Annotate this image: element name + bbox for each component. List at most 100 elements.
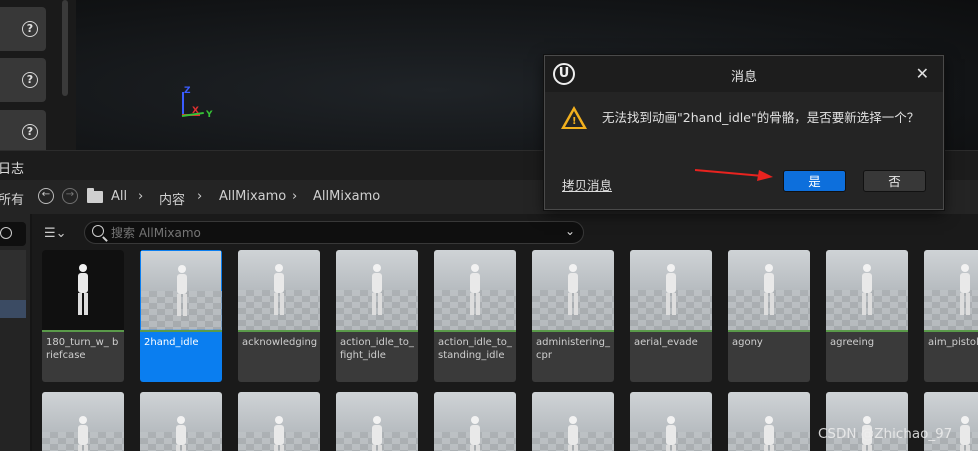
- help-icon[interactable]: ?: [22, 21, 38, 37]
- asset-tile[interactable]: [42, 392, 124, 451]
- axis-z-label: Z: [184, 86, 191, 96]
- asset-name: aim_pistol: [928, 337, 978, 348]
- filter-icon[interactable]: ☰⌄: [44, 226, 67, 241]
- asset-tile[interactable]: [336, 392, 418, 451]
- asset-tile[interactable]: [434, 392, 516, 451]
- asset-tile[interactable]: administering_ cpr: [532, 250, 614, 382]
- breadcrumb-content[interactable]: 内容: [159, 189, 185, 208]
- help-row[interactable]: ?: [0, 110, 46, 154]
- sources-search-button[interactable]: [0, 222, 26, 246]
- asset-search-input[interactable]: [111, 224, 551, 241]
- character-figure: [763, 264, 775, 315]
- forward-arrow-icon[interactable]: →: [62, 188, 78, 204]
- axis-x-label: X: [192, 106, 199, 116]
- character-figure: [959, 416, 971, 451]
- editor-window: ? ? ? Z X Y 日志 所有 ← → All › 内容 › AllMixa…: [0, 0, 978, 451]
- breadcrumb-allmixamo-current[interactable]: AllMixamo: [313, 189, 380, 204]
- asset-name: aerial_evade: [634, 337, 698, 348]
- asset-type-bar: [924, 330, 978, 332]
- animation-thumbnail: [140, 250, 222, 331]
- panel-title: 日志: [0, 162, 25, 177]
- asset-name: administering_ cpr: [536, 337, 610, 361]
- chevron-right-icon[interactable]: ›: [292, 189, 297, 204]
- yes-button[interactable]: 是: [783, 170, 846, 192]
- asset-tile[interactable]: [140, 392, 222, 451]
- asset-tile[interactable]: [826, 392, 908, 451]
- asset-tile[interactable]: 2hand_idle: [140, 250, 222, 382]
- asset-type-bar: [336, 330, 418, 332]
- no-button[interactable]: 否: [863, 170, 926, 192]
- asset-tile[interactable]: agreeing: [826, 250, 908, 382]
- asset-tile[interactable]: [924, 392, 978, 451]
- character-figure: [469, 416, 481, 451]
- animation-thumbnail: [728, 250, 810, 330]
- animation-thumbnail: [630, 392, 712, 451]
- chevron-down-icon[interactable]: ⌄: [565, 224, 575, 238]
- asset-tile[interactable]: aerial_evade: [630, 250, 712, 382]
- search-icon: [92, 225, 104, 237]
- asset-tile[interactable]: [532, 392, 614, 451]
- character-figure: [567, 416, 579, 451]
- details-scrollbar[interactable]: [62, 0, 68, 96]
- search-icon: [0, 227, 12, 239]
- animation-thumbnail: [826, 250, 908, 330]
- asset-tile[interactable]: action_idle_to_ fight_idle: [336, 250, 418, 382]
- sources-selected-folder[interactable]: [0, 300, 26, 318]
- chevron-right-icon[interactable]: ›: [138, 189, 143, 204]
- asset-name: acknowledging: [242, 337, 318, 348]
- message-dialog: U 消息 ✕ ! 无法找到动画"2hand_idle"的骨骼，是否要新选择一个？…: [544, 55, 944, 210]
- asset-tile[interactable]: [238, 392, 320, 451]
- asset-type-bar: [728, 330, 810, 332]
- sources-tree[interactable]: [0, 250, 26, 300]
- axis-gizmo: Z X Y: [176, 86, 216, 122]
- asset-name: 2hand_idle: [144, 337, 199, 348]
- asset-type-bar: [238, 330, 320, 332]
- character-figure: [176, 265, 188, 316]
- animation-thumbnail: [42, 250, 124, 330]
- copy-message-link[interactable]: 拷贝消息: [562, 175, 612, 194]
- asset-tile[interactable]: 180_turn_w_ briefcase: [42, 250, 124, 382]
- back-arrow-icon[interactable]: ←: [38, 188, 54, 204]
- close-icon[interactable]: ✕: [916, 64, 929, 83]
- dialog-message: 无法找到动画"2hand_idle"的骨骼，是否要新选择一个？: [602, 110, 920, 125]
- character-figure: [665, 264, 677, 315]
- chevron-right-icon[interactable]: ›: [197, 189, 202, 204]
- character-figure: [371, 264, 383, 315]
- asset-tile[interactable]: agony: [728, 250, 810, 382]
- help-row[interactable]: ?: [0, 58, 46, 102]
- asset-tile[interactable]: aim_pistol: [924, 250, 978, 382]
- asset-name: 180_turn_w_ briefcase: [46, 337, 119, 361]
- animation-thumbnail: [140, 392, 222, 451]
- animation-thumbnail: [238, 392, 320, 451]
- asset-tile[interactable]: [630, 392, 712, 451]
- sources-panel: [0, 214, 30, 451]
- help-icon[interactable]: ?: [22, 72, 38, 88]
- asset-name: action_idle_to_ standing_idle: [438, 337, 512, 361]
- character-figure: [469, 264, 481, 315]
- asset-tile[interactable]: acknowledging: [238, 250, 320, 382]
- save-all-button[interactable]: 所有: [0, 189, 24, 208]
- details-panel: ? ? ?: [0, 0, 76, 154]
- animation-thumbnail: [826, 392, 908, 451]
- animation-thumbnail: [630, 250, 712, 330]
- animation-thumbnail: [434, 392, 516, 451]
- asset-type-bar: [140, 330, 222, 332]
- axis-y-label: Y: [206, 110, 213, 120]
- character-figure: [567, 264, 579, 315]
- dialog-title: 消息: [730, 70, 757, 85]
- asset-tile[interactable]: action_idle_to_ standing_idle: [434, 250, 516, 382]
- animation-thumbnail: [434, 250, 516, 330]
- help-icon[interactable]: ?: [22, 124, 38, 140]
- folder-icon[interactable]: [87, 188, 103, 203]
- help-row[interactable]: ?: [0, 7, 46, 51]
- warning-mark: !: [572, 116, 577, 127]
- breadcrumb-allmixamo[interactable]: AllMixamo: [219, 189, 286, 204]
- animation-thumbnail: [42, 392, 124, 451]
- character-figure: [77, 416, 89, 451]
- asset-tile[interactable]: [728, 392, 810, 451]
- character-figure: [175, 416, 187, 451]
- breadcrumb-all[interactable]: All: [111, 189, 127, 204]
- asset-type-bar: [42, 330, 124, 332]
- asset-search[interactable]: ⌄: [84, 221, 584, 244]
- animation-thumbnail: [924, 392, 978, 451]
